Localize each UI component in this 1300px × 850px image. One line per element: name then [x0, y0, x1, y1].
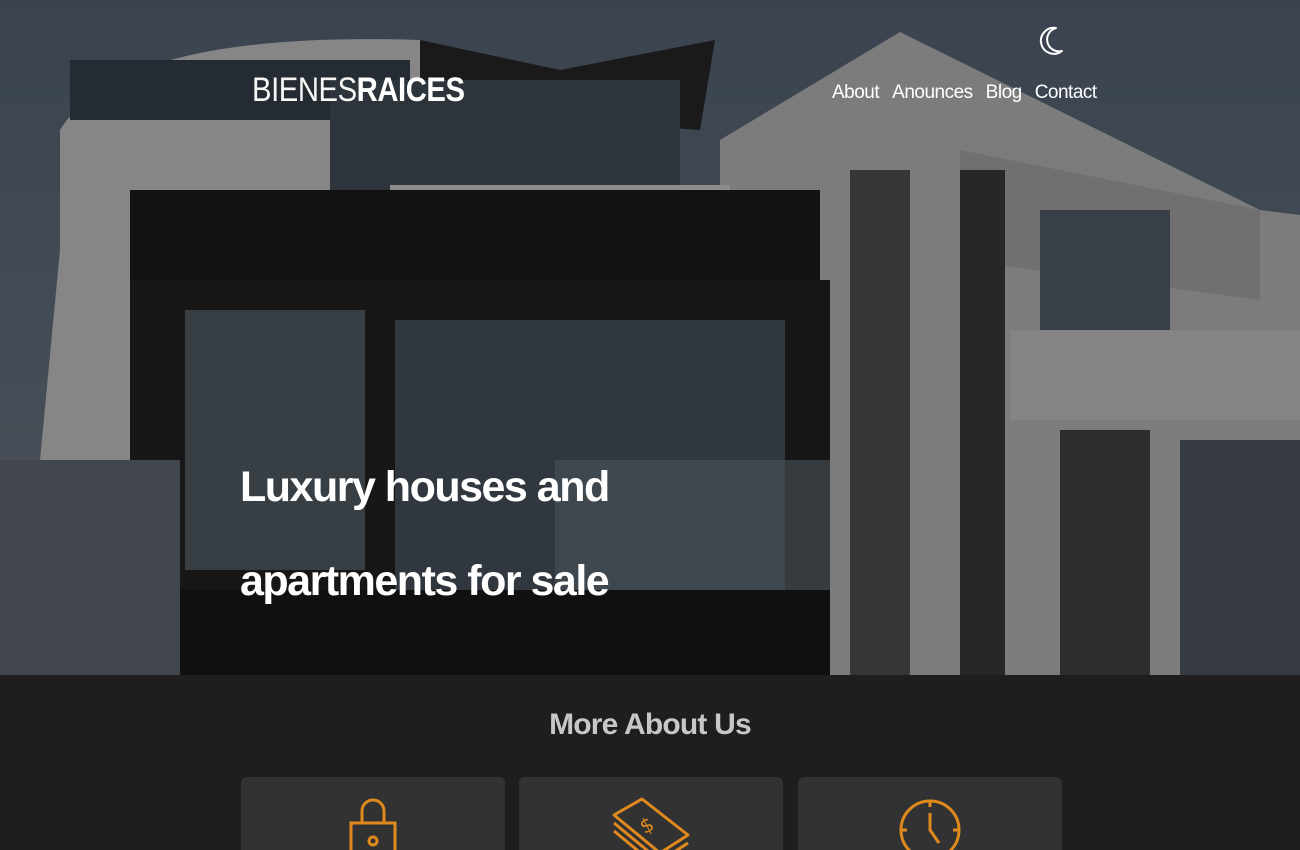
about-card-security [241, 777, 505, 850]
nav-link-about[interactable]: About [832, 80, 880, 106]
moon-icon [1039, 26, 1063, 55]
dark-mode-toggle[interactable] [1036, 24, 1070, 58]
hero-title: Luxury houses and apartments for sale [240, 463, 610, 605]
nav-link-anounces[interactable]: Anounces [892, 80, 973, 106]
money-icon: $ [612, 797, 690, 850]
about-card-price: $ [519, 777, 783, 850]
hero-section: BIENESRAICES About Anounces Blog Contact… [0, 0, 1300, 675]
about-card-time [798, 777, 1062, 850]
logo-text-thin: BIENES [252, 71, 357, 109]
main-navigation: About Anounces Blog Contact [832, 80, 1097, 106]
nav-link-blog[interactable]: Blog [986, 80, 1023, 106]
logo-text-bold: RAICES [356, 71, 465, 109]
about-section: More About Us $ [0, 675, 1300, 850]
clock-icon [899, 799, 961, 850]
nav-link-contact[interactable]: Contact [1035, 80, 1097, 106]
lock-icon [349, 798, 397, 850]
about-title: More About Us [549, 708, 752, 741]
site-logo[interactable]: BIENESRAICES [252, 70, 465, 110]
